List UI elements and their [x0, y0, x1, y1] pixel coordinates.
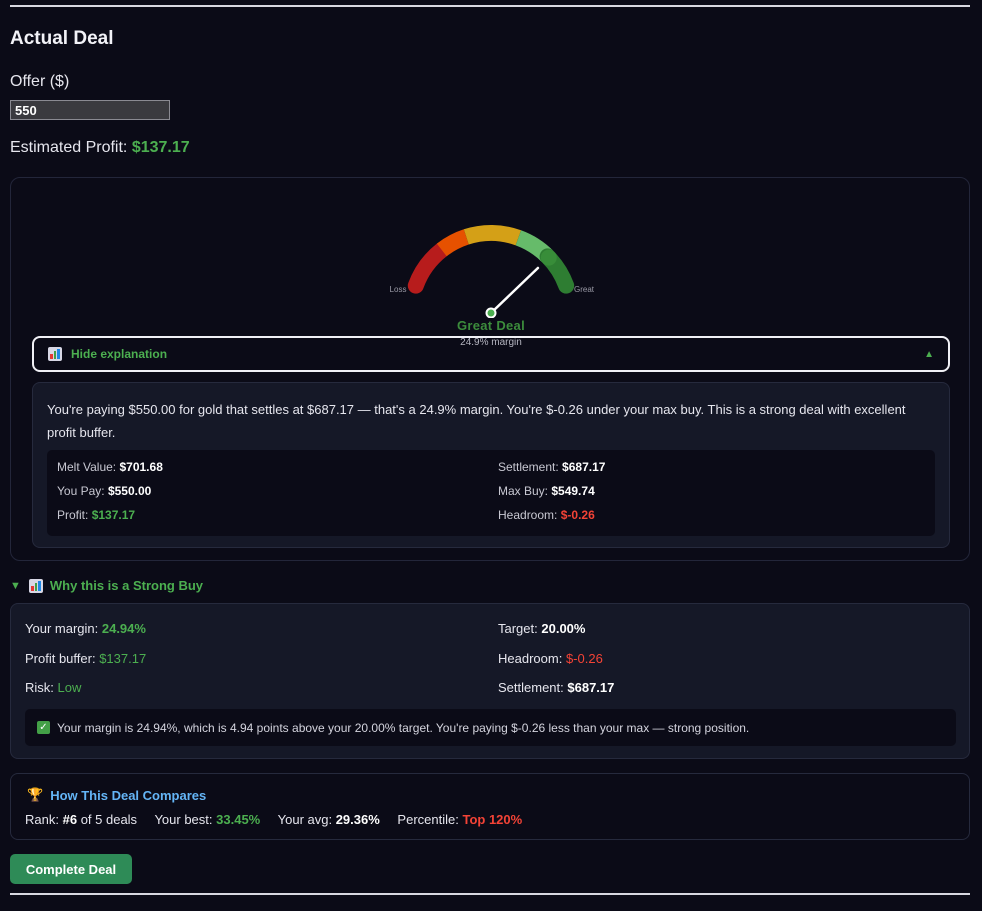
deal-comparison-card: 🏆 How This Deal Compares Rank: #6 of 5 d…: [10, 773, 970, 840]
why-strong-buy-toggle[interactable]: ▼ Why this is a Strong Buy: [10, 578, 203, 593]
estimated-profit-value: $137.17: [131, 139, 190, 156]
deal-rating: Great Deal: [456, 318, 526, 333]
stat-you-pay: You Pay: $550.00: [57, 484, 152, 498]
why-strong-buy-title: Why this is a Strong Buy: [49, 578, 204, 593]
comparison-best: Your best: 33.45%: [154, 812, 261, 827]
estimated-profit-label: Estimated Profit:: [10, 139, 128, 156]
why-settlement: Settlement: $687.17: [498, 680, 615, 695]
why-risk: Risk: Low: [25, 680, 82, 695]
why-strong-buy-panel: Your margin: 24.94% Target: 20.00% Profi…: [10, 603, 970, 759]
complete-deal-button[interactable]: Complete Deal: [10, 854, 132, 884]
stat-melt: Melt Value: $701.68: [57, 460, 163, 474]
hide-explanation-label: Hide explanation: [71, 347, 168, 361]
gauge-segment-fair: [463, 225, 522, 246]
gauge-min-label: Loss: [390, 285, 407, 294]
hide-explanation-toggle[interactable]: Hide explanation ▲: [32, 336, 950, 372]
chevron-up-icon: ▲: [924, 348, 934, 360]
gauge-segment-loss: [407, 241, 450, 294]
explanation-stats: Melt Value: $701.68 Settlement: $687.17 …: [47, 450, 935, 536]
comparison-stats: Rank: #6 of 5 deals Your best: 33.45% Yo…: [25, 812, 536, 827]
explanation-panel: You're paying $550.00 for gold that sett…: [32, 382, 950, 548]
top-divider: [10, 5, 970, 7]
why-margin: Your margin: 24.94%: [25, 621, 146, 636]
stat-settlement: Settlement: $687.17: [498, 460, 606, 474]
bottom-divider: [10, 893, 970, 895]
why-profit-buffer: Profit buffer: $137.17: [25, 651, 147, 666]
offer-input[interactable]: [10, 100, 170, 120]
bar-chart-icon: [48, 347, 62, 361]
gauge-pivot: [485, 307, 497, 318]
bar-chart-icon: [28, 578, 43, 593]
comparison-avg: Your avg: 29.36%: [277, 812, 380, 827]
gauge-max-label: Great: [574, 285, 595, 294]
gauge-segment-poor: [436, 229, 470, 257]
comparison-title-text: How This Deal Compares: [50, 787, 207, 803]
stat-max-buy: Max Buy: $549.74: [498, 484, 595, 498]
stat-profit: Profit: $137.17: [57, 508, 136, 522]
caret-down-icon: ▼: [10, 579, 21, 592]
why-headroom: Headroom: $-0.26: [498, 651, 603, 666]
trophy-icon: 🏆: [27, 787, 44, 802]
comparison-rank: Rank: #6 of 5 deals: [25, 812, 138, 827]
offer-label: Offer ($): [10, 73, 70, 90]
stat-headroom: Headroom: $-0.26: [498, 508, 595, 522]
estimated-profit: Estimated Profit: $137.17: [10, 139, 190, 157]
comparison-title: 🏆 How This Deal Compares: [27, 787, 206, 803]
gauge-level-marker: [540, 249, 557, 266]
checkmark-icon: ✓: [37, 721, 50, 734]
comparison-percentile: Percentile: Top 120%: [397, 812, 523, 827]
why-note-text: Your margin is 24.94%, which is 4.94 poi…: [57, 720, 750, 735]
section-title: Actual Deal: [10, 28, 114, 49]
explanation-text: You're paying $550.00 for gold that sett…: [47, 402, 906, 440]
why-target: Target: 20.00%: [498, 621, 586, 636]
deal-gauge-card: Loss Great Great Deal 24.9% margin Hide …: [10, 177, 970, 561]
deal-gauge: Loss Great: [390, 225, 595, 318]
gauge-needle: [489, 266, 540, 315]
why-note: ✓ Your margin is 24.94%, which is 4.94 p…: [25, 709, 956, 746]
